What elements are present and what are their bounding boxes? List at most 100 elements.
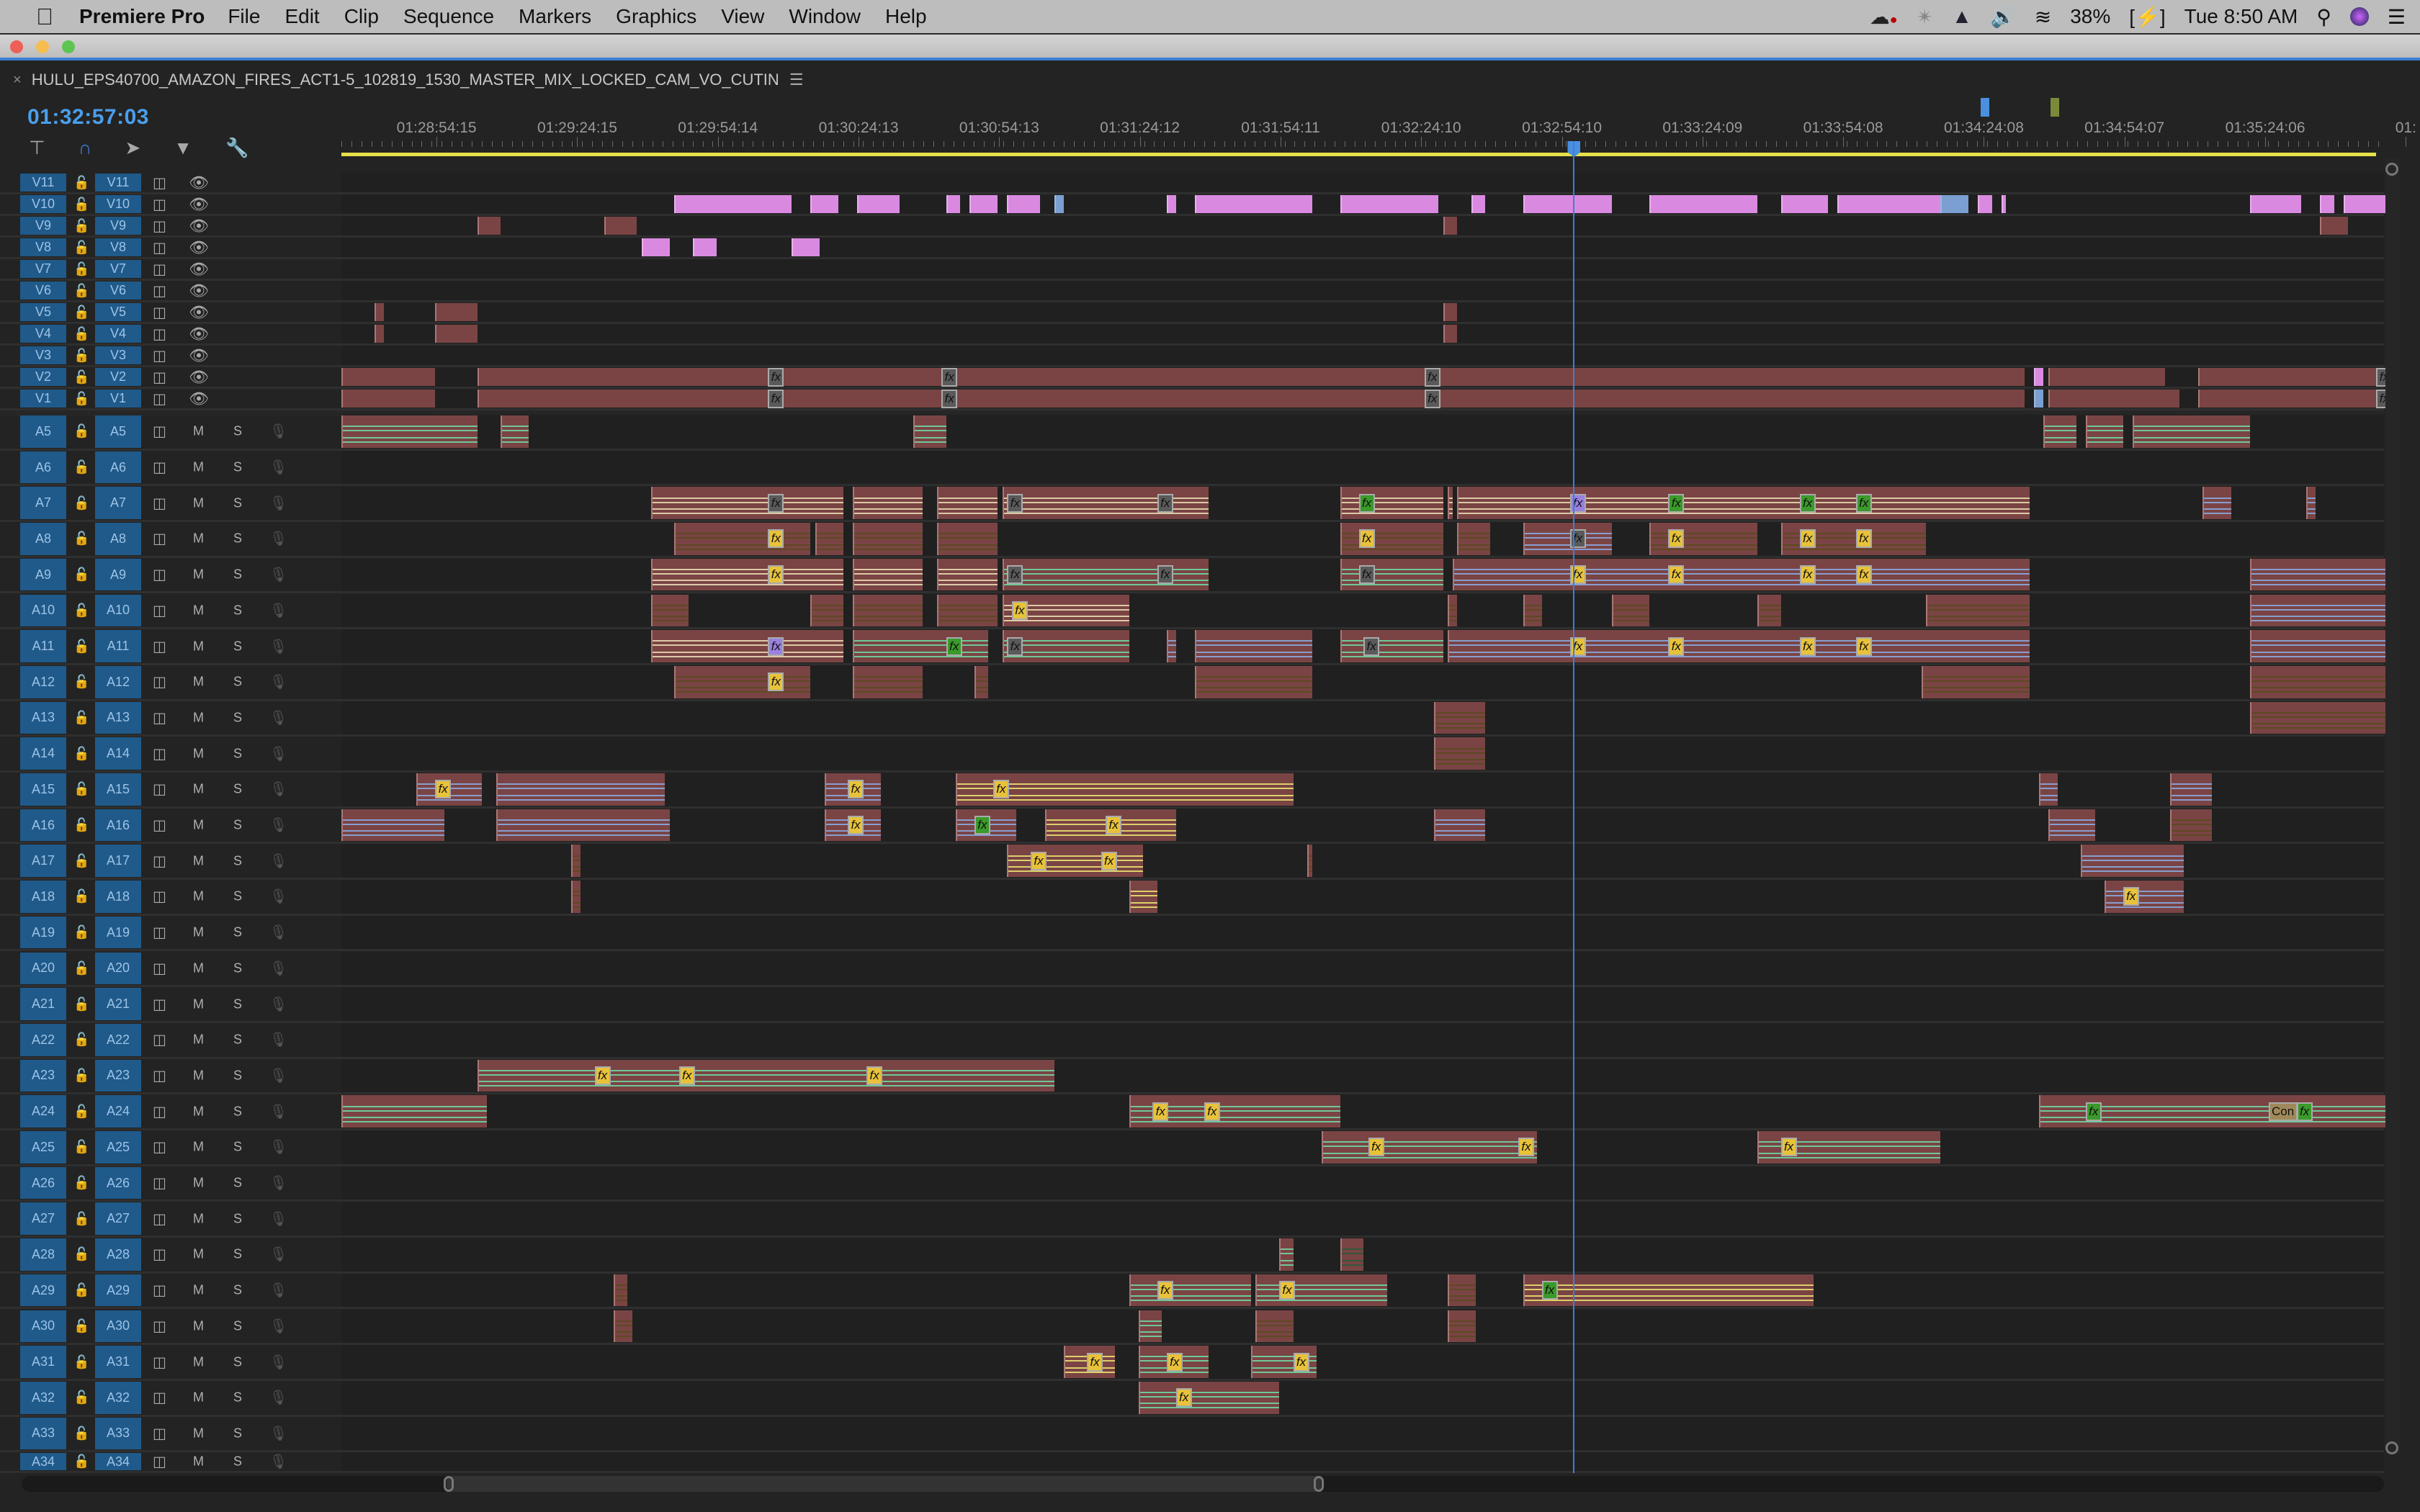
fx-badge-icon[interactable]: fx <box>1358 529 1375 549</box>
sync-lock-icon[interactable]: ◫ <box>153 1389 166 1407</box>
sync-lock-icon[interactable]: ◫ <box>153 282 166 300</box>
microphone-icon[interactable]: 🎙 <box>269 1389 287 1407</box>
track-content[interactable] <box>341 1238 2384 1272</box>
track-content[interactable] <box>341 259 2384 279</box>
video-clip[interactable] <box>1340 195 1439 213</box>
audio-clip[interactable] <box>1457 487 2030 520</box>
fx-badge-icon[interactable]: fx <box>768 636 784 656</box>
fx-badge-icon[interactable]: fx <box>1030 851 1047 870</box>
solo-button[interactable]: S <box>233 675 242 690</box>
track-content[interactable] <box>341 1022 2384 1057</box>
sync-lock-icon[interactable]: ◫ <box>153 1453 166 1471</box>
lock-icon[interactable]: 🔓 <box>73 567 89 582</box>
track-content[interactable] <box>341 281 2384 300</box>
mute-button[interactable]: M <box>193 853 204 868</box>
mute-button[interactable]: M <box>193 746 204 761</box>
audio-clip[interactable] <box>852 558 923 591</box>
track-target[interactable]: V7 <box>95 260 141 278</box>
lock-icon[interactable]: 🔓 <box>73 710 89 725</box>
sync-lock-icon[interactable]: ◫ <box>153 459 166 477</box>
track-target[interactable]: A28 <box>95 1238 141 1271</box>
track-target[interactable]: V4 <box>95 325 141 343</box>
fx-badge-icon[interactable]: fx <box>1007 636 1023 656</box>
source-patch[interactable]: V1 <box>20 390 66 408</box>
video-clip[interactable] <box>2320 217 2349 235</box>
audio-clip[interactable] <box>852 523 923 555</box>
mute-button[interactable]: M <box>193 639 204 654</box>
video-clip[interactable] <box>477 217 501 235</box>
video-clip[interactable] <box>477 368 2025 386</box>
sync-lock-icon[interactable]: ◫ <box>153 217 166 235</box>
source-patch[interactable]: V5 <box>20 303 66 321</box>
linked-selection-icon[interactable]: ➤ <box>125 137 140 159</box>
track-target[interactable]: A19 <box>95 916 141 949</box>
microphone-icon[interactable]: 🎙 <box>269 1066 287 1084</box>
video-clip[interactable] <box>435 303 478 321</box>
track-target[interactable]: V10 <box>95 195 141 213</box>
audio-clip[interactable] <box>674 665 810 698</box>
time-ruler[interactable]: 01:28:54:15 01:29:24:15 01:29:54:14 01:30:2… <box>341 86 2416 158</box>
sync-lock-icon[interactable]: ◫ <box>153 924 166 942</box>
track-content[interactable]: fx <box>341 593 2386 628</box>
fx-badge-icon[interactable]: fx <box>1363 636 1380 656</box>
sync-lock-icon[interactable]: ◫ <box>153 390 166 408</box>
microphone-icon[interactable]: 🎙 <box>269 459 287 477</box>
fx-badge-icon[interactable]: fx <box>768 529 784 549</box>
sync-lock-icon[interactable]: ◫ <box>153 959 166 977</box>
fx-badge-icon[interactable]: fx <box>594 1066 611 1085</box>
microphone-icon[interactable]: 🎙 <box>269 888 287 906</box>
fx-badge-icon[interactable]: fx <box>992 780 1009 799</box>
sequence-marker[interactable] <box>2051 98 2060 117</box>
audio-clip[interactable] <box>570 845 581 878</box>
audio-clip[interactable] <box>2169 809 2213 842</box>
lock-icon[interactable]: 🔓 <box>73 175 89 190</box>
track-target[interactable]: V11 <box>95 174 141 192</box>
sync-lock-icon[interactable]: ◫ <box>153 174 166 192</box>
sync-lock-icon[interactable]: ◫ <box>153 1174 166 1192</box>
video-clip[interactable] <box>1007 195 1040 213</box>
audio-clip[interactable] <box>852 487 923 520</box>
audio-clip[interactable] <box>674 523 810 555</box>
solo-button[interactable]: S <box>233 1211 242 1226</box>
fx-badge-icon[interactable]: fx <box>1569 493 1586 513</box>
sync-lock-icon[interactable]: ◫ <box>153 530 166 548</box>
solo-button[interactable]: S <box>233 710 242 725</box>
work-area-bar[interactable] <box>341 153 2377 156</box>
video-clip[interactable] <box>1837 195 1940 213</box>
lock-icon[interactable]: 🔓 <box>73 240 89 255</box>
fx-badge-icon[interactable]: fx <box>1799 565 1816 585</box>
video-clip[interactable] <box>2034 368 2044 386</box>
fx-badge-icon[interactable]: fx <box>1293 1352 1309 1372</box>
mute-button[interactable]: M <box>193 1104 204 1119</box>
sync-lock-icon[interactable]: ◫ <box>153 195 166 213</box>
fx-badge-icon[interactable]: fx <box>1569 529 1586 549</box>
source-patch[interactable]: V11 <box>20 174 66 192</box>
video-clip[interactable] <box>674 195 792 213</box>
audio-clip[interactable] <box>1433 701 1486 734</box>
video-clip[interactable] <box>477 390 2025 408</box>
solo-button[interactable]: S <box>233 818 242 833</box>
lock-icon[interactable]: 🔓 <box>73 675 89 690</box>
app-menu[interactable]: Premiere Pro <box>79 5 205 28</box>
track-target[interactable]: A23 <box>95 1059 141 1092</box>
audio-clip[interactable] <box>974 665 989 698</box>
vertical-scroll-handle-top[interactable] <box>2385 163 2398 176</box>
lock-icon[interactable]: 🔓 <box>73 1426 89 1441</box>
audio-clip[interactable] <box>650 630 843 662</box>
track-content[interactable] <box>341 238 2384 257</box>
source-patch[interactable]: A21 <box>20 988 66 1020</box>
microphone-icon[interactable]: 🎙 <box>269 1246 287 1264</box>
video-clip[interactable] <box>1443 303 1458 321</box>
audio-clip[interactable] <box>1433 809 1486 842</box>
solo-button[interactable]: S <box>233 1068 242 1083</box>
audio-clip[interactable] <box>1523 523 1613 555</box>
track-content[interactable]: fx fx fx <box>341 1273 2384 1308</box>
mute-button[interactable]: M <box>193 1354 204 1369</box>
microphone-icon[interactable]: 🎙 <box>269 816 287 834</box>
source-patch[interactable]: A15 <box>20 773 66 806</box>
microphone-icon[interactable]: 🎙 <box>269 1102 287 1120</box>
solo-button[interactable]: S <box>233 746 242 761</box>
solo-button[interactable]: S <box>233 1283 242 1298</box>
lock-icon[interactable]: 🔓 <box>73 782 89 797</box>
audio-clip[interactable] <box>1340 487 1444 520</box>
